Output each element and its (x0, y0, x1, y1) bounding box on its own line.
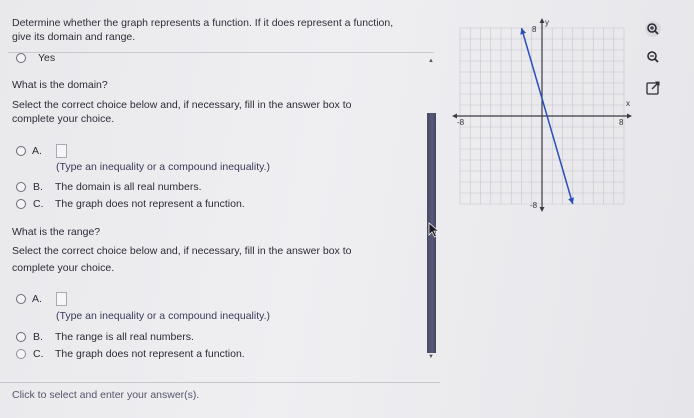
range-choice-c[interactable]: C. The graph does not represent a functi… (16, 348, 245, 360)
domain-c-text: The graph does not represent a function. (55, 198, 245, 210)
range-instruction-2: complete your choice. (12, 262, 115, 274)
question-line-2: give its domain and range. (12, 31, 136, 43)
y-axis-label: y (545, 18, 549, 27)
y-max-tick-label: 8 (532, 25, 537, 34)
popout-icon (646, 81, 660, 95)
range-c-text: The graph does not represent a function. (55, 348, 245, 360)
y-min-tick-label: -8 (530, 201, 538, 210)
domain-b-radio[interactable] (16, 182, 26, 192)
domain-choice-b[interactable]: B. The domain is all real numbers. (16, 181, 201, 193)
range-b-text: The range is all real numbers. (55, 331, 194, 343)
popout-button[interactable] (644, 79, 662, 97)
range-c-letter: C. (33, 348, 44, 360)
domain-instruction-1: Select the correct choice below and, if … (12, 99, 352, 111)
footer-divider (0, 382, 440, 383)
range-a-radio[interactable] (16, 294, 26, 304)
zoom-in-icon (645, 21, 661, 37)
footer-instruction: Click to select and enter your answer(s)… (12, 389, 200, 401)
range-b-radio[interactable] (16, 332, 26, 342)
domain-instruction-2: complete your choice. (12, 113, 115, 125)
domain-heading: What is the domain? (12, 79, 108, 91)
domain-choice-a[interactable]: A. (16, 144, 67, 158)
question-divider (8, 52, 434, 53)
problem-panel: Determine whether the graph represents a… (0, 0, 694, 418)
yes-radio[interactable] (16, 53, 26, 63)
question-text: Determine whether the graph represents a… (12, 16, 432, 44)
x-max-tick-label: 8 (619, 118, 624, 127)
range-a-hint: (Type an inequality or a compound inequa… (56, 310, 271, 322)
domain-a-hint: (Type an inequality or a compound inequa… (56, 161, 271, 173)
range-choice-b[interactable]: B. The range is all real numbers. (16, 331, 194, 343)
range-choice-a[interactable]: A. (16, 292, 67, 306)
function-graph: y x 8 -8 8 -8 (452, 18, 632, 212)
domain-answer-box[interactable] (56, 144, 67, 158)
scroll-down-icon[interactable]: ▼ (428, 354, 434, 360)
x-axis-label: x (626, 99, 630, 108)
yes-label: Yes (38, 52, 56, 64)
zoom-in-button[interactable] (644, 20, 662, 38)
x-min-tick-label: -8 (457, 118, 465, 127)
x-axis-arrow-right-icon (627, 113, 632, 119)
domain-b-text: The domain is all real numbers. (55, 181, 202, 193)
range-a-letter: A. (32, 293, 42, 305)
function-answer-yes[interactable]: Yes (16, 52, 55, 64)
zoom-out-button[interactable] (644, 48, 662, 66)
domain-b-letter: B. (33, 181, 43, 193)
range-instruction-1: Select the correct choice below and, if … (12, 245, 352, 257)
domain-c-radio[interactable] (16, 199, 26, 209)
y-axis-arrow-down-icon (539, 207, 545, 212)
domain-a-radio[interactable] (16, 146, 26, 156)
question-line-1: Determine whether the graph represents a… (12, 17, 394, 29)
range-c-radio[interactable] (16, 349, 26, 359)
range-answer-box[interactable] (56, 292, 67, 306)
mouse-cursor-icon (428, 222, 440, 238)
domain-choice-c[interactable]: C. The graph does not represent a functi… (16, 198, 245, 210)
y-axis-arrow-up-icon (539, 18, 545, 23)
domain-a-letter: A. (32, 145, 42, 157)
zoom-out-icon (647, 51, 659, 63)
range-b-letter: B. (33, 331, 43, 343)
range-heading: What is the range? (12, 226, 101, 238)
domain-c-letter: C. (33, 198, 44, 210)
scroll-up-icon[interactable]: ▲ (428, 58, 434, 64)
